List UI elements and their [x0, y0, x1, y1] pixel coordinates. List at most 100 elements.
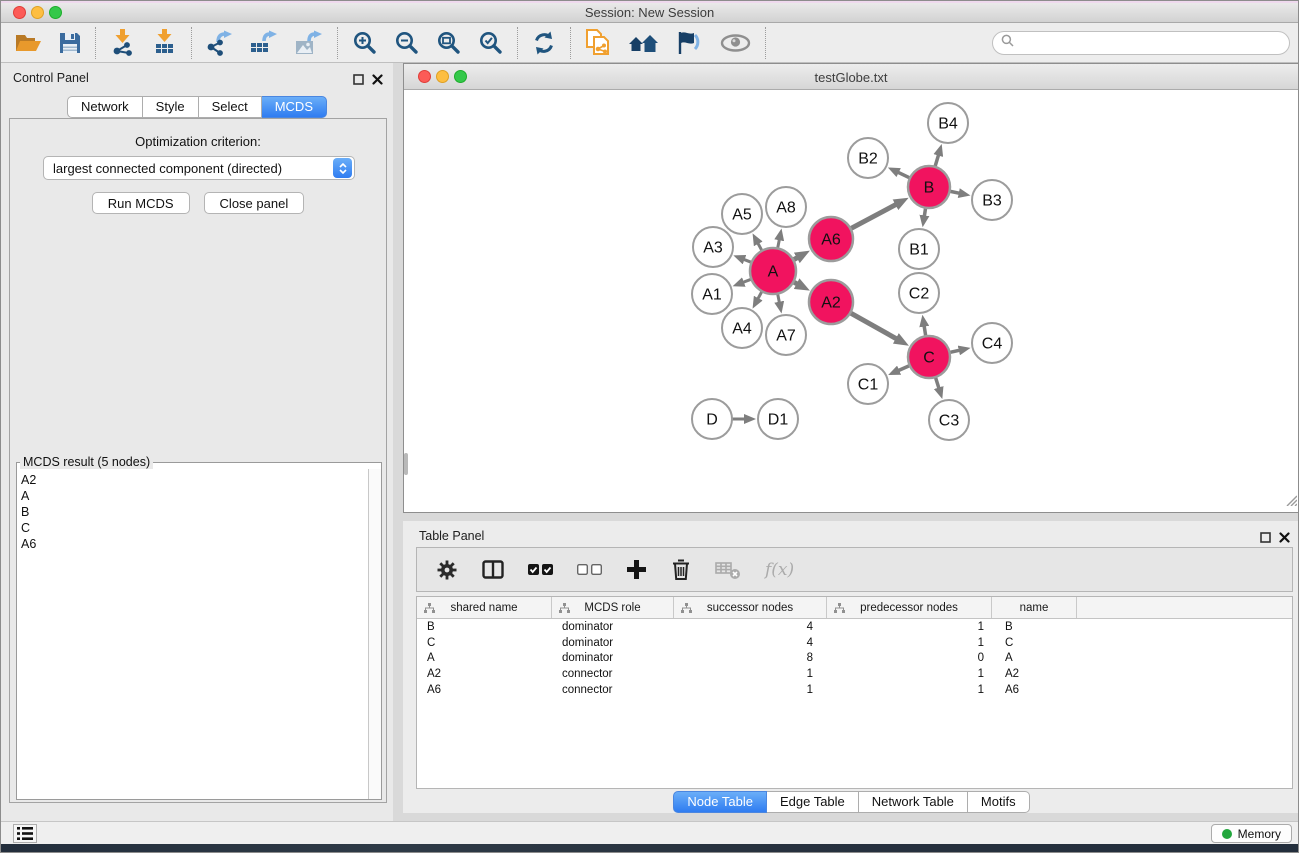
clone-network-icon[interactable]	[585, 29, 611, 56]
tab-network-table[interactable]: Network Table	[859, 791, 968, 813]
table-cell[interactable]: 1	[827, 684, 992, 696]
table-row[interactable]: Bdominator41B	[417, 619, 1292, 635]
columns-icon[interactable]	[482, 560, 504, 579]
table-row[interactable]: A6connector11A6	[417, 682, 1292, 698]
memory-button[interactable]: Memory	[1211, 824, 1292, 843]
network-canvas[interactable]: AA1A2A3A4A5A6A7A8BB1B2B3B4CC1C2C3C4DD1	[404, 90, 1298, 512]
table-cell[interactable]: dominator	[552, 637, 674, 649]
mcds-result-item[interactable]: B	[21, 504, 368, 520]
table-cell[interactable]: 1	[827, 621, 992, 633]
table-cell[interactable]: A	[417, 652, 552, 664]
table-cell[interactable]: C	[417, 637, 552, 649]
table-cell[interactable]: 1	[827, 668, 992, 680]
export-network-icon[interactable]	[206, 30, 233, 56]
network-scrollbar-thumb[interactable]	[404, 453, 408, 475]
table-cell[interactable]: C	[992, 637, 1077, 649]
table-cell[interactable]: 1	[674, 684, 827, 696]
deselect-all-checkboxes-icon[interactable]	[577, 564, 602, 575]
import-network-icon[interactable]	[110, 29, 136, 56]
tab-node-table[interactable]: Node Table	[673, 791, 767, 813]
mcds-result-item[interactable]: A2	[21, 472, 368, 488]
table-cell[interactable]: 4	[674, 637, 827, 649]
eye-icon[interactable]	[720, 34, 751, 52]
run-mcds-button[interactable]: Run MCDS	[92, 192, 190, 214]
tab-network[interactable]: Network	[67, 96, 143, 118]
zoom-group	[338, 27, 518, 59]
column-header-predecessor-nodes[interactable]: predecessor nodes	[827, 597, 992, 618]
table-cell[interactable]: A	[992, 652, 1077, 664]
home-layout-icon[interactable]	[628, 33, 659, 53]
tab-style[interactable]: Style	[143, 96, 199, 118]
close-table-panel-icon[interactable]	[1279, 530, 1290, 548]
table-cell[interactable]: A2	[417, 668, 552, 680]
graph-node-label: A6	[821, 232, 841, 249]
tab-edge-table[interactable]: Edge Table	[767, 791, 859, 813]
select-all-checkboxes-icon[interactable]	[528, 564, 553, 575]
search-input[interactable]	[1019, 34, 1289, 52]
table-cell[interactable]: 0	[827, 652, 992, 664]
dropdown-stepper-icon	[333, 158, 352, 178]
table-cell[interactable]: B	[417, 621, 552, 633]
graph-node-label: A8	[776, 200, 796, 217]
table-cell[interactable]: 8	[674, 652, 827, 664]
column-header-mcds-role[interactable]: MCDS role	[552, 597, 674, 618]
table-cell[interactable]: 1	[827, 637, 992, 649]
zoom-out-icon[interactable]	[394, 30, 419, 55]
table-cell[interactable]: dominator	[552, 621, 674, 633]
refresh-view-icon[interactable]	[532, 31, 556, 55]
table-cell[interactable]: dominator	[552, 652, 674, 664]
mcds-result-item[interactable]: A	[21, 488, 368, 504]
table-row[interactable]: Cdominator41C	[417, 635, 1292, 651]
zoom-selected-icon[interactable]	[478, 30, 503, 55]
table-cell[interactable]: connector	[552, 684, 674, 696]
table-panel: Table Panel	[403, 521, 1299, 813]
optimization-criterion-dropdown[interactable]: largest connected component (directed)	[43, 156, 355, 180]
table-cell[interactable]: 4	[674, 621, 827, 633]
table-row[interactable]: Adominator80A	[417, 650, 1292, 666]
float-table-panel-icon[interactable]	[1260, 530, 1271, 548]
close-panel-button[interactable]: Close panel	[204, 192, 305, 214]
table-cell[interactable]: connector	[552, 668, 674, 680]
tab-select[interactable]: Select	[199, 96, 262, 118]
column-header-name[interactable]: name	[992, 597, 1077, 618]
zoom-fit-icon[interactable]	[436, 30, 461, 55]
save-session-icon[interactable]	[59, 32, 81, 54]
table-toolbar: f(x)	[416, 547, 1293, 592]
table-cell[interactable]: A6	[417, 684, 552, 696]
status-bar: Memory	[1, 821, 1298, 844]
graph-edge[interactable]	[849, 312, 896, 339]
function-builder-icon[interactable]: f(x)	[765, 560, 794, 580]
export-table-icon[interactable]	[250, 30, 278, 56]
mcds-result-scrollbar[interactable]	[368, 469, 381, 799]
open-session-icon[interactable]	[15, 32, 42, 54]
mcds-result-list[interactable]: A2ABCA6	[17, 469, 368, 799]
column-header-successor-nodes[interactable]: successor nodes	[674, 597, 827, 618]
tab-mcds[interactable]: MCDS	[262, 96, 327, 118]
import-table-icon[interactable]	[153, 29, 177, 56]
zoom-in-icon[interactable]	[352, 30, 377, 55]
control-panel-title: Control Panel	[13, 71, 89, 85]
main-area: Control Panel Network Style Select MCDS …	[1, 63, 1299, 821]
flag-visibility-icon[interactable]	[676, 31, 703, 55]
graph-edge[interactable]	[850, 204, 897, 229]
tab-motifs[interactable]: Motifs	[968, 791, 1030, 813]
hierarchy-icon	[424, 603, 435, 616]
mcds-result-item[interactable]: A6	[21, 536, 368, 552]
float-panel-icon[interactable]	[353, 72, 364, 90]
gear-icon[interactable]	[436, 559, 458, 581]
close-panel-icon[interactable]	[372, 72, 383, 90]
table-cell[interactable]: A6	[992, 684, 1077, 696]
column-header-shared-name[interactable]: shared name	[417, 597, 552, 618]
table-cell[interactable]: B	[992, 621, 1077, 633]
delete-column-icon[interactable]	[671, 558, 691, 581]
task-history-button[interactable]	[13, 824, 37, 843]
window-resize-handle[interactable]	[1284, 493, 1297, 511]
mcds-result-item[interactable]: C	[21, 520, 368, 536]
add-column-icon[interactable]	[626, 559, 647, 580]
table-header-row: shared name MCDS role successor nodes pr…	[417, 597, 1292, 619]
table-row[interactable]: A2connector11A2	[417, 666, 1292, 682]
export-image-icon[interactable]	[295, 30, 323, 56]
table-cell[interactable]: 1	[674, 668, 827, 680]
table-cell[interactable]: A2	[992, 668, 1077, 680]
delete-table-icon[interactable]	[715, 560, 741, 580]
